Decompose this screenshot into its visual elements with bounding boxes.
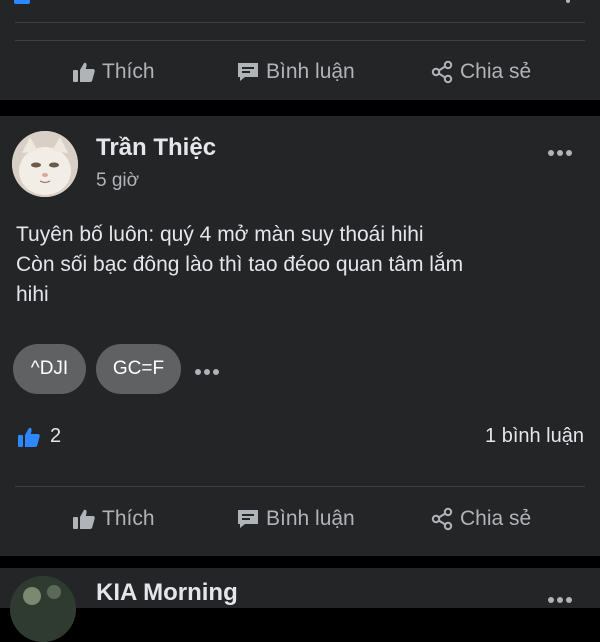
post-more-button[interactable]	[548, 590, 578, 604]
comment-count[interactable]: 1 bình luận	[485, 425, 584, 448]
thumbs-up-icon	[73, 62, 95, 82]
share-icon	[431, 507, 453, 531]
dot	[213, 369, 219, 375]
comment-icon	[238, 63, 258, 81]
like-count[interactable]: 2	[16, 425, 61, 448]
post-body: Tuyên bố luôn: quý 4 mở màn suy thoái hi…	[16, 220, 586, 310]
post-time: 5 giờ	[96, 170, 140, 191]
like-label: Thích	[102, 60, 155, 83]
thumbs-up-icon	[18, 427, 40, 447]
share-icon	[431, 60, 453, 84]
avatar[interactable]	[10, 576, 76, 642]
comment-button[interactable]: Bình luận	[236, 52, 355, 92]
avatar[interactable]	[12, 131, 78, 197]
divider	[15, 22, 585, 23]
action-bar: Thích Bình luận Chia sẻ	[0, 52, 600, 92]
share-label: Chia sẻ	[460, 60, 532, 83]
like-label: Thích	[102, 507, 155, 530]
tag-chip-gcf[interactable]: GC=F	[96, 344, 181, 394]
dot	[548, 597, 554, 603]
share-button[interactable]: Chia sẻ	[430, 52, 531, 92]
action-bar: Thích Bình luận Chia sẻ	[0, 499, 600, 539]
dot	[566, 597, 572, 603]
divider	[15, 40, 585, 41]
share-button[interactable]: Chia sẻ	[430, 499, 531, 539]
like-badge-icon	[14, 0, 30, 4]
post-more-button[interactable]	[548, 143, 578, 157]
post-author[interactable]: Trần Thiệc	[96, 134, 216, 162]
dot	[204, 369, 210, 375]
dot	[548, 150, 554, 156]
dot	[557, 150, 563, 156]
cat-avatar-icon	[12, 131, 78, 197]
post-line: hihi	[16, 283, 49, 306]
comment-button[interactable]: Bình luận	[236, 499, 355, 539]
post-line: Tuyên bố luôn: quý 4 mở màn suy thoái hi…	[16, 223, 424, 246]
avatar-image-icon	[10, 576, 76, 642]
more-icon[interactable]	[566, 0, 570, 3]
comment-icon	[238, 510, 258, 528]
previous-post-card: Thích Bình luận Chia sẻ	[0, 0, 600, 100]
next-post-author[interactable]: KIA Morning	[96, 579, 238, 607]
share-label: Chia sẻ	[460, 507, 532, 530]
dot	[566, 150, 572, 156]
comment-label: Bình luận	[266, 507, 355, 530]
dot	[195, 369, 201, 375]
post-line: Còn sối bạc đông lào thì tao đéoo quan t…	[16, 253, 464, 276]
tag-chip-dji[interactable]: ^DJI	[13, 344, 86, 394]
like-count-value: 2	[50, 425, 62, 447]
dot	[557, 597, 563, 603]
thumbs-up-icon	[73, 509, 95, 529]
like-button[interactable]: Thích	[72, 52, 155, 92]
post-card	[0, 116, 600, 556]
next-post-card	[0, 568, 600, 608]
like-button[interactable]: Thích	[72, 499, 155, 539]
comment-label: Bình luận	[266, 60, 355, 83]
tags-more-button[interactable]	[195, 362, 225, 375]
divider	[15, 486, 585, 487]
